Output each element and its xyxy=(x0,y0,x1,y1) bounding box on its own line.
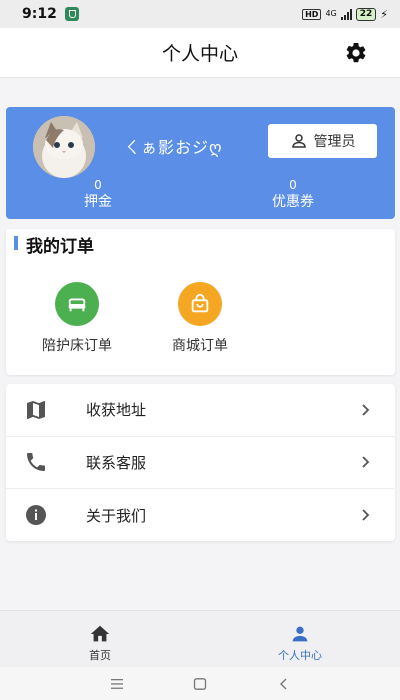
home-icon xyxy=(90,625,110,642)
menu-item-service[interactable]: 联系客服 xyxy=(6,437,395,489)
info-icon xyxy=(26,505,46,526)
menu-item-about[interactable]: 关于我们 xyxy=(6,489,395,542)
shield-icon xyxy=(64,7,79,21)
back-icon[interactable] xyxy=(277,678,291,690)
hd-badge: HD xyxy=(302,8,322,20)
page-title: 个人中心 xyxy=(161,43,238,65)
cat-avatar-image xyxy=(33,116,95,178)
coupon-label: 优惠券 xyxy=(272,194,314,210)
bed-icon xyxy=(55,282,99,326)
coupon-value: 0 xyxy=(289,178,297,192)
deposit-stat[interactable]: 0 押金 xyxy=(63,177,133,211)
chevron-right-icon xyxy=(362,404,370,416)
bed-order-label: 陪护床订单 xyxy=(42,338,112,354)
charging-icon: ⚡ xyxy=(380,7,388,21)
chevron-right-icon xyxy=(362,456,370,468)
menu-card: 收获地址 联系客服 关于我们 xyxy=(6,384,395,541)
username: ㄑぁ影おジღ xyxy=(124,138,223,157)
section-accent-bar xyxy=(14,236,18,250)
orders-card: 我的订单 陪护床订单 商城订单 xyxy=(6,229,395,375)
chevron-right-icon xyxy=(362,509,370,521)
person-outline-icon xyxy=(291,134,306,148)
person-icon xyxy=(292,626,308,642)
menu-label-about: 关于我们 xyxy=(86,506,147,525)
gear-icon[interactable] xyxy=(344,41,368,65)
admin-button[interactable]: 管理员 xyxy=(268,124,377,158)
status-bar: 9:12 HD 4G 22 ⚡ xyxy=(0,0,400,28)
bottom-nav: 首页 个人中心 xyxy=(0,610,400,666)
coupon-stat[interactable]: 0 优惠券 xyxy=(258,177,328,211)
deposit-value: 0 xyxy=(94,178,102,192)
status-time: 9:12 xyxy=(22,6,57,22)
bed-order-item[interactable]: 陪护床订单 xyxy=(27,282,127,355)
menu-label-address: 收获地址 xyxy=(86,401,147,420)
status-indicators: HD 4G 22 ⚡ xyxy=(302,7,388,21)
signal-icon xyxy=(340,8,352,20)
network-type: 4G xyxy=(325,9,337,18)
menu-icon[interactable] xyxy=(110,678,124,690)
nav-item-home[interactable]: 首页 xyxy=(60,623,140,663)
profile-card: ㄑぁ影おジღ 管理员 0 押金 0 优惠券 xyxy=(6,107,395,219)
deposit-label: 押金 xyxy=(84,194,112,210)
battery-icon: 22 xyxy=(355,7,377,21)
menu-label-service: 联系客服 xyxy=(86,453,147,472)
home-square-icon[interactable] xyxy=(193,678,207,690)
nav-label-home: 首页 xyxy=(89,649,111,662)
avatar[interactable] xyxy=(33,116,95,178)
phone-icon xyxy=(27,453,45,472)
system-nav-bar xyxy=(0,666,400,700)
app-header: 个人中心 xyxy=(0,28,400,78)
nav-item-profile[interactable]: 个人中心 xyxy=(260,623,340,663)
menu-item-address[interactable]: 收获地址 xyxy=(6,384,395,437)
orders-title: 我的订单 xyxy=(26,237,94,257)
shopping-bag-icon xyxy=(178,282,222,326)
map-icon xyxy=(27,400,45,419)
nav-label-profile: 个人中心 xyxy=(278,649,322,662)
mall-order-item[interactable]: 商城订单 xyxy=(150,282,250,355)
mall-order-label: 商城订单 xyxy=(172,338,228,354)
admin-label: 管理员 xyxy=(313,134,356,150)
